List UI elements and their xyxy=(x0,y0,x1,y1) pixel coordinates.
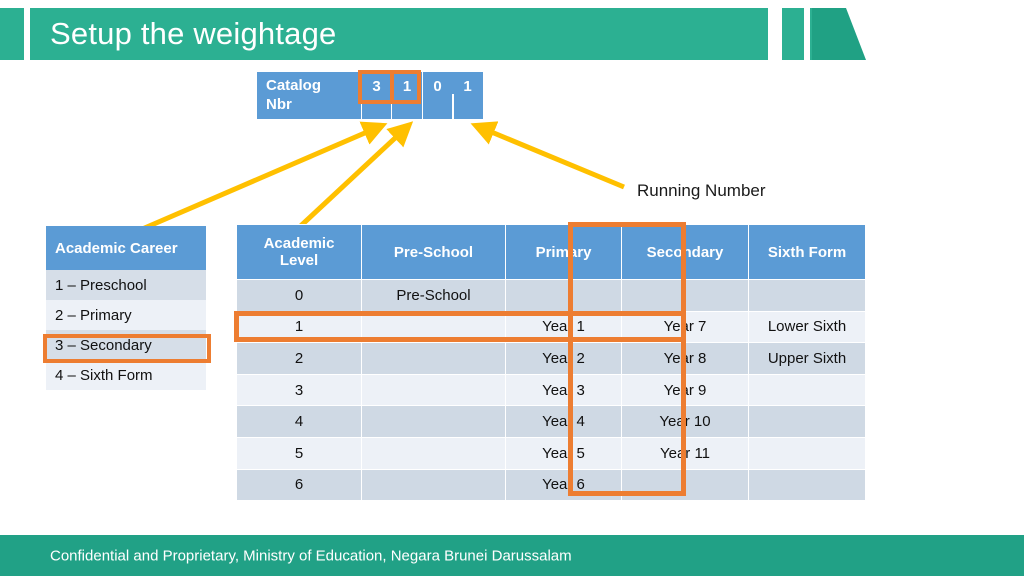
cell-pre-school xyxy=(361,468,506,502)
header-title-bar: Setup the weightage xyxy=(30,8,768,60)
table-row: 2 Year 2 Year 8 Upper Sixth xyxy=(236,342,866,375)
cell-level: 0 xyxy=(236,279,362,312)
level-row-1-highlight-box xyxy=(234,311,686,342)
page-title: Setup the weightage xyxy=(50,16,337,51)
cell-level: 4 xyxy=(236,405,362,438)
cell-sixth-form xyxy=(748,405,866,438)
academic-career-table: Academic Career 1 – Preschool 2 – Primar… xyxy=(46,226,206,390)
level-table-header-academic-level: Academic Level xyxy=(236,224,362,280)
header-level-line2: Level xyxy=(279,252,319,269)
table-row: 6 Year 6 xyxy=(236,468,866,502)
table-row: 4 Year 4 Year 10 xyxy=(236,405,866,438)
header-trapezoid-decoration xyxy=(812,8,866,60)
career-row-preschool: 1 – Preschool xyxy=(46,270,206,300)
catalog-label-line2: Nbr xyxy=(266,96,292,113)
header-level-line1: Academic xyxy=(263,235,335,252)
cell-level: 3 xyxy=(236,373,362,407)
catalog-digit-separator xyxy=(452,94,454,119)
footer-text: Confidential and Proprietary, Ministry o… xyxy=(50,547,572,564)
career-row-primary: 2 – Primary xyxy=(46,300,206,330)
academic-level-table: Academic Level Pre-School Primary Second… xyxy=(236,224,866,502)
cell-sixth-form: Lower Sixth xyxy=(748,310,866,344)
header-accent-bar-1 xyxy=(782,8,804,60)
cell-pre-school xyxy=(361,373,506,407)
catalog-digit-3: 0 xyxy=(422,72,452,119)
cell-pre-school xyxy=(361,436,506,470)
arrow-level-to-digit xyxy=(290,121,414,236)
level-table-head: Academic Level Pre-School Primary Second… xyxy=(236,224,866,280)
catalog-label-line1: Catalog xyxy=(266,77,322,94)
career-secondary-highlight-box xyxy=(43,334,211,363)
table-row: 3 Year 3 Year 9 xyxy=(236,373,866,407)
catalog-digit-4: 1 xyxy=(452,72,483,119)
cell-pre-school: Pre-School xyxy=(361,279,506,312)
slide-footer: Confidential and Proprietary, Ministry o… xyxy=(0,535,1024,576)
table-row: 5 Year 5 Year 11 xyxy=(236,436,866,470)
cell-level: 6 xyxy=(236,468,362,502)
level-table-header-sixth-form: Sixth Form xyxy=(748,224,866,280)
arrow-running-number-to-digits xyxy=(470,121,625,190)
cell-sixth-form xyxy=(748,373,866,407)
secondary-column-highlight-box xyxy=(568,222,686,496)
table-row: 0 Pre-School xyxy=(236,279,866,312)
cell-pre-school xyxy=(361,405,506,438)
cell-level: 2 xyxy=(236,342,362,375)
cell-sixth-form xyxy=(748,279,866,312)
cell-pre-school xyxy=(361,342,506,375)
catalog-number-label: Catalog Nbr xyxy=(257,72,361,119)
cell-sixth-form xyxy=(748,468,866,502)
arrow-career-to-digit xyxy=(132,121,388,236)
header-accent-block-left xyxy=(0,8,24,60)
academic-career-header: Academic Career xyxy=(46,226,206,270)
cell-sixth-form xyxy=(748,436,866,470)
slide-header: Setup the weightage xyxy=(0,8,1024,60)
career-row-sixth-form: 4 – Sixth Form xyxy=(46,360,206,390)
cell-sixth-form: Upper Sixth xyxy=(748,342,866,375)
catalog-digits-highlight-box xyxy=(358,70,421,104)
level-table-header-pre-school: Pre-School xyxy=(361,224,506,280)
catalog-digit-4-value: 1 xyxy=(463,78,472,95)
running-number-annotation: Running Number xyxy=(637,181,766,200)
catalog-digits-highlight-divider xyxy=(390,74,394,100)
cell-level: 5 xyxy=(236,436,362,470)
level-table-header-row: Academic Level Pre-School Primary Second… xyxy=(236,224,866,280)
